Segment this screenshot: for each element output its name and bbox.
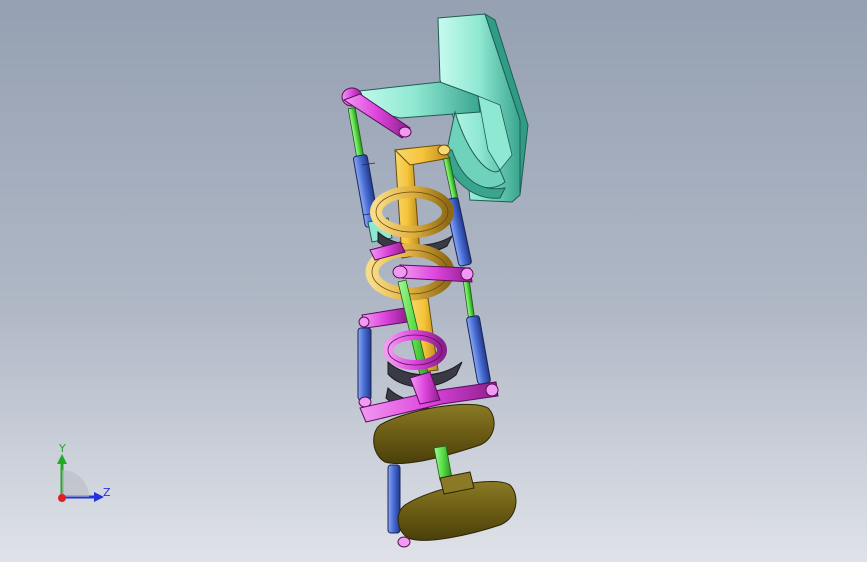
y-axis-label: Y	[58, 442, 66, 455]
z-axis-label: Z	[103, 486, 111, 499]
coordinate-triad: Y Z	[57, 442, 111, 502]
assembly-model[interactable]	[0, 0, 867, 562]
olive-pad-lower	[397, 471, 517, 548]
left-mid-actuator	[357, 327, 372, 408]
3d-viewport[interactable]: Y Z	[0, 0, 867, 562]
x-axis-icon	[58, 494, 66, 502]
